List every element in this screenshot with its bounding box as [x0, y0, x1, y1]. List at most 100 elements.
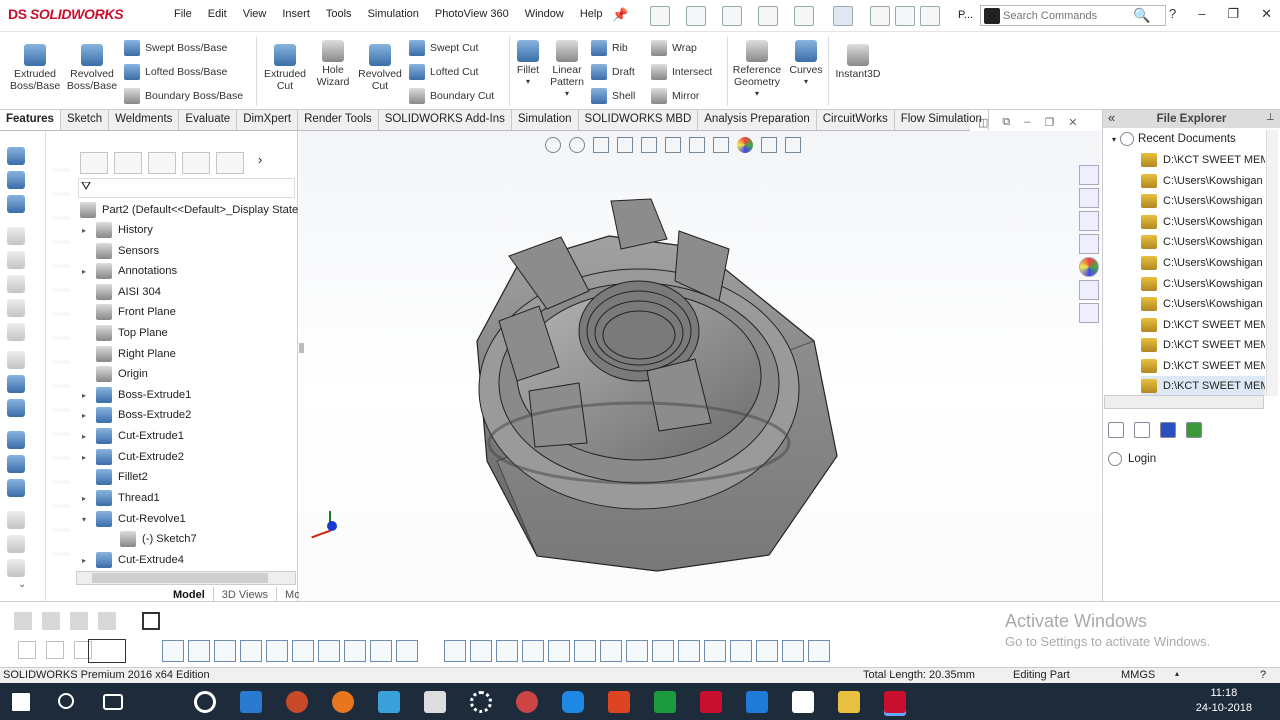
recent-documents-node[interactable]: ▾ Recent Documents — [1112, 132, 1236, 146]
draft-button[interactable]: Draft — [591, 64, 635, 80]
recent-file[interactable]: D:\KCT SWEET MEM — [1141, 356, 1265, 376]
tree-item-sensors[interactable]: Sensors — [82, 241, 159, 261]
design-library-icon[interactable] — [1079, 188, 1099, 208]
tree-item-right-plane[interactable]: Right Plane — [82, 344, 176, 364]
extrude-shortcut-icon[interactable] — [7, 171, 25, 189]
fillet-dropdown-icon[interactable]: ▾ — [512, 76, 544, 88]
pin-icon[interactable]: 📌 — [612, 7, 628, 23]
reference-dropdown-icon[interactable]: ▾ — [730, 88, 784, 100]
filter-toggle-icon[interactable] — [46, 641, 64, 659]
view-palette-icon[interactable] — [1079, 234, 1099, 254]
file-manager-icon[interactable] — [240, 691, 262, 713]
doc-max-icon[interactable]: ❐ — [1044, 116, 1054, 129]
expand-icon[interactable]: ▸ — [82, 411, 96, 420]
recent-file[interactable]: C:\Users\Kowshigan — [1141, 171, 1265, 191]
minimize-icon[interactable]: – — [1198, 6, 1205, 22]
filter-notes-icon[interactable] — [470, 640, 492, 662]
pattern-dropdown-icon[interactable]: ▾ — [547, 88, 587, 100]
rebuild-icon[interactable] — [870, 6, 890, 26]
boundary-cut-button[interactable]: Boundary Cut — [409, 88, 494, 104]
collapse-pane-icon[interactable]: « — [1108, 110, 1115, 125]
sync-app-icon[interactable] — [562, 691, 584, 713]
pdf-app-icon[interactable] — [608, 691, 630, 713]
tree-item-cut-revolve1[interactable]: ▾ Cut-Revolve1 — [82, 509, 186, 529]
settings-gear-icon[interactable] — [470, 691, 492, 713]
lofted-cut-button[interactable]: Lofted Cut — [409, 64, 478, 80]
filter-datum-icon[interactable] — [574, 640, 596, 662]
menu-edit[interactable]: Edit — [200, 8, 235, 20]
tree-item-cut-extrude1[interactable]: ▸ Cut-Extrude1 — [82, 426, 184, 446]
reference-geometry-button[interactable]: Reference Geometry ▾ — [730, 40, 784, 100]
filter-routing-point-icon[interactable] — [730, 640, 752, 662]
rib-button[interactable]: Rib — [591, 40, 628, 56]
media-app-icon[interactable] — [194, 691, 216, 713]
tree-item-fillet2[interactable]: Fillet2 — [82, 467, 148, 487]
menu-view[interactable]: View — [235, 8, 275, 20]
doc-min-icon[interactable]: – — [1024, 116, 1030, 129]
new-document-icon[interactable] — [650, 6, 670, 26]
instant3d-button[interactable]: Instant3D — [832, 44, 884, 80]
castle-nut-model[interactable] — [299, 131, 1101, 601]
calculator-icon[interactable] — [424, 691, 446, 713]
forum-icon[interactable] — [1079, 303, 1099, 323]
tab-flow-simulation[interactable]: Flow Simulation — [895, 110, 989, 130]
sketch-relations-icon[interactable] — [142, 612, 160, 630]
filter-datum-target-icon[interactable] — [600, 640, 622, 662]
tree-item-origin[interactable]: Origin — [82, 364, 148, 384]
tab-render-tools[interactable]: Render Tools — [298, 110, 379, 130]
chevron-right-icon[interactable]: › — [258, 152, 262, 176]
start-windows-icon[interactable] — [12, 693, 30, 711]
filter-clear-icon[interactable] — [808, 640, 830, 662]
paint-icon[interactable] — [516, 691, 538, 713]
menu-help[interactable]: Help — [572, 8, 611, 20]
collapse-icon[interactable]: ▾ — [1112, 135, 1116, 144]
tab-analysis-preparation[interactable]: Analysis Preparation — [698, 110, 817, 130]
tab-evaluate[interactable]: Evaluate — [179, 110, 238, 130]
cut-shortcut-icon[interactable] — [7, 455, 25, 473]
pin-pane-icon[interactable]: ⊥ — [1266, 112, 1275, 123]
doc-restore-icon[interactable]: ⧉ — [1002, 116, 1010, 129]
solidworks-active-icon[interactable] — [884, 691, 906, 713]
umbrella-icon[interactable] — [7, 399, 25, 417]
file-explorer-icon[interactable] — [1079, 211, 1099, 231]
configuration-tab-icon[interactable] — [148, 152, 176, 174]
options-gear-icon[interactable] — [920, 6, 940, 26]
unit-system[interactable]: MMGS — [1121, 669, 1155, 681]
filter-edges-icon[interactable] — [188, 640, 210, 662]
tab-simulation[interactable]: Simulation — [512, 110, 579, 130]
filter-field[interactable]: ⛛ — [78, 178, 295, 198]
recent-file[interactable]: C:\Users\Kowshigan — [1141, 232, 1265, 252]
menu-window[interactable]: Window — [517, 8, 572, 20]
tab-weldments[interactable]: Weldments — [109, 110, 180, 130]
expand-icon[interactable]: ▸ — [82, 226, 96, 235]
shell-button[interactable]: Shell — [591, 88, 635, 104]
filter-axes-icon[interactable] — [292, 640, 314, 662]
recent-file[interactable]: C:\Users\Kowshigan — [1141, 253, 1265, 273]
filter-connection-point-icon[interactable] — [704, 640, 726, 662]
filter-dimensions-icon[interactable] — [444, 640, 466, 662]
recent-file[interactable]: C:\Users\Kowshigan — [1141, 274, 1265, 294]
lofted-boss-button[interactable]: Lofted Boss/Base — [124, 64, 227, 80]
restore-icon[interactable]: ❐ — [1227, 6, 1239, 22]
tree-item-annotations[interactable]: ▸ Annotations — [82, 261, 177, 281]
select-icon[interactable] — [833, 6, 853, 26]
login-link[interactable]: Login — [1108, 452, 1156, 466]
recent-file[interactable]: C:\Users\Kowshigan — [1141, 294, 1265, 314]
swept-boss-button[interactable]: Swept Boss/Base — [124, 40, 227, 56]
swept-cut-button[interactable]: Swept Cut — [409, 40, 478, 56]
expand-icon[interactable]: ▸ — [82, 432, 96, 441]
filter-weld-icon[interactable] — [548, 640, 570, 662]
sync-icon[interactable] — [1186, 422, 1202, 438]
recent-file[interactable]: D:\KCT SWEET MEM — [1141, 150, 1265, 170]
filter-cosmetic-thread-icon[interactable] — [626, 640, 648, 662]
dimxpert-tab-icon[interactable] — [182, 152, 210, 174]
menu-file[interactable]: File — [166, 8, 200, 20]
chevron-down-icon[interactable]: ⌄ — [18, 579, 26, 590]
filter-surfaces-icon[interactable] — [240, 640, 262, 662]
expand-icon[interactable]: ▸ — [82, 267, 96, 276]
fillet-button[interactable]: Fillet ▾ — [512, 40, 544, 88]
units-dropdown-icon[interactable]: ▴ — [1175, 669, 1179, 678]
file-explorer-scrollbar[interactable] — [1266, 130, 1278, 396]
open-icon[interactable] — [686, 6, 706, 26]
filter-dowel-pin-icon[interactable] — [678, 640, 700, 662]
